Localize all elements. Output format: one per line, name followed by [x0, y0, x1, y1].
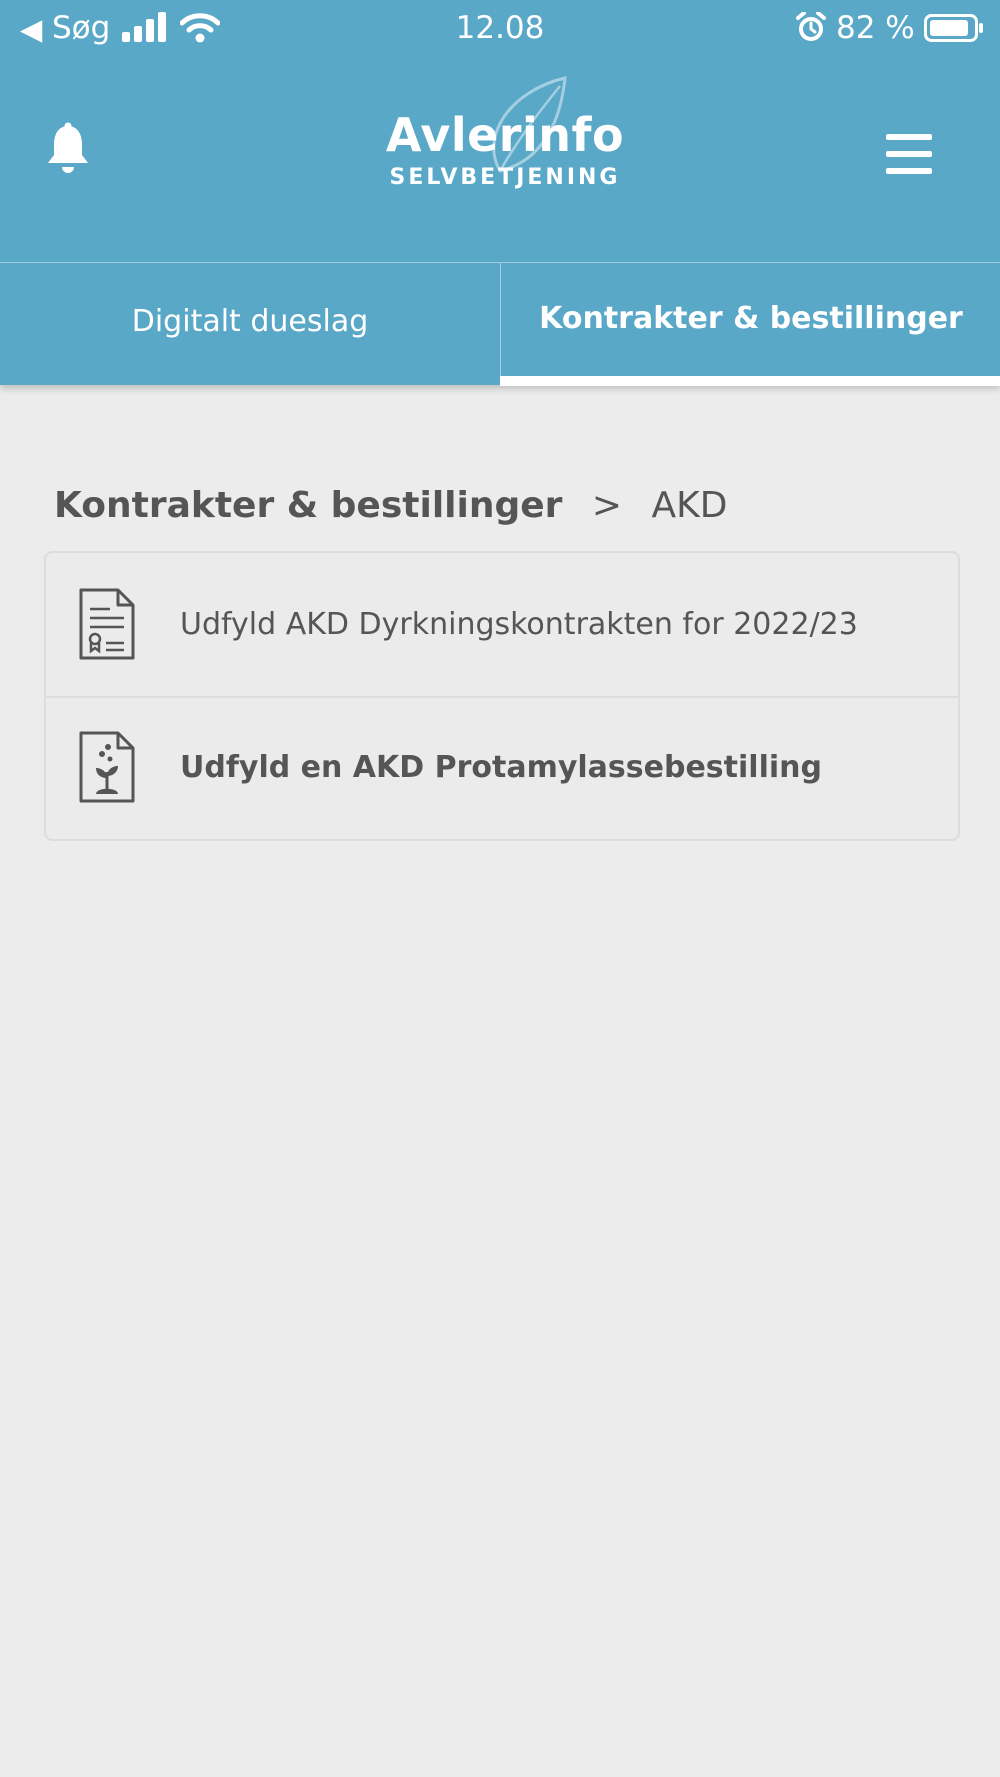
- list-item-label: Udfyld en AKD Protamylassebestilling: [180, 750, 822, 785]
- battery-percentage: 82 %: [836, 10, 915, 46]
- brand-logo: Avlerinfo SELVBETJENING: [380, 76, 630, 206]
- list-item-label: Udfyld AKD Dyrkningskontrakten for 2022/…: [180, 607, 858, 642]
- brand-name: Avlerinfo: [385, 108, 625, 162]
- signal-icon: [122, 12, 166, 42]
- breadcrumb: Kontrakter & bestillinger > AKD: [54, 480, 727, 532]
- list-item[interactable]: Udfyld en AKD Protamylassebestilling: [46, 696, 958, 839]
- plant-document-icon: [79, 731, 135, 803]
- tab-kontrakter-bestillinger[interactable]: Kontrakter & bestillinger: [500, 263, 1000, 386]
- tab-bar: Digitalt dueslag Kontrakter & bestilling…: [0, 262, 1000, 386]
- active-tab-indicator: [500, 376, 1000, 386]
- list-item[interactable]: Udfyld AKD Dyrkningskontrakten for 2022/…: [46, 553, 958, 698]
- battery-icon: [924, 14, 983, 42]
- status-time: 12.08: [455, 10, 545, 46]
- back-arrow-icon[interactable]: ◀: [20, 12, 42, 46]
- carrier-back-label[interactable]: Søg: [52, 8, 110, 48]
- status-bar: ◀ Søg 12.08 82 %: [0, 0, 1000, 58]
- tab-digitalt-dueslag[interactable]: Digitalt dueslag: [0, 263, 500, 386]
- menu-icon[interactable]: [886, 132, 932, 176]
- brand-subtitle: SELVBETJENING: [389, 165, 621, 190]
- action-list: Udfyld AKD Dyrkningskontrakten for 2022/…: [44, 551, 960, 841]
- bell-icon[interactable]: [46, 122, 90, 176]
- app-header: ◀ Søg 12.08 82 % Avlerinfo SELVBETJENING…: [0, 0, 1000, 386]
- wifi-icon: [180, 13, 220, 43]
- contract-document-icon: [79, 588, 135, 660]
- alarm-icon: [796, 12, 826, 41]
- breadcrumb-current: AKD: [651, 485, 728, 526]
- breadcrumb-parent[interactable]: Kontrakter & bestillinger: [54, 485, 562, 526]
- breadcrumb-separator: >: [591, 485, 623, 526]
